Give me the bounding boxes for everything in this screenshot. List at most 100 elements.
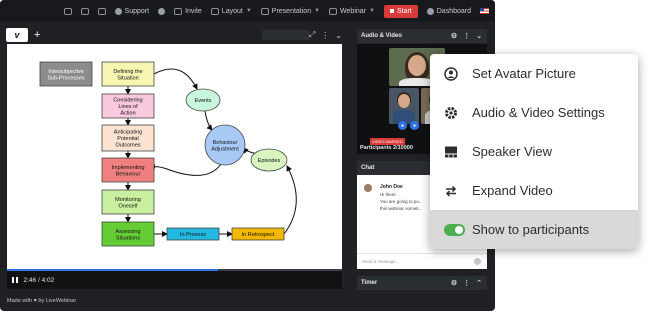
menu-item-set-avatar[interactable]: Set Avatar Picture — [430, 54, 638, 93]
chat-message-input[interactable]: Send a message... — [357, 253, 487, 269]
menu-item-label: Speaker View — [472, 144, 552, 159]
social-process-diagram: IntersubjectiveSub-Processes Defining the… — [39, 61, 297, 247]
info-icon[interactable] — [158, 7, 166, 15]
gear-icon[interactable]: ⚙ — [451, 32, 457, 40]
diagram-node-label: In Retrospect — [242, 232, 275, 238]
avatar — [364, 184, 372, 192]
chevron-down-icon[interactable]: ⌄ — [476, 32, 482, 40]
camera-toggle-icon[interactable]: ● — [398, 121, 407, 130]
layout-menu[interactable]: Layout ▼ — [210, 7, 252, 15]
diagram-node-label: Outcomes — [115, 143, 140, 149]
message-line: Hi there — [380, 192, 396, 197]
more-vertical-icon[interactable]: ⋮ — [321, 31, 329, 40]
support-button[interactable]: Support — [114, 7, 150, 15]
diagram-connector — [283, 165, 297, 235]
avatar-icon — [444, 66, 458, 81]
image-icon[interactable] — [97, 7, 106, 15]
diagram-node-label: Intersubjective — [48, 69, 83, 75]
menu-item-label: Expand Video — [472, 183, 553, 198]
menu-item-audio-video-settings[interactable]: Audio & Video Settings — [430, 93, 638, 132]
diagram-node-label: Monitoring — [115, 197, 141, 203]
diagram-node-label: In Process — [180, 232, 206, 238]
menu-item-expand-video[interactable]: Expand Video — [430, 171, 638, 210]
diagram-node-label: Situations — [116, 235, 140, 241]
timer-title: Timer — [361, 280, 378, 286]
support-label: Support — [124, 7, 150, 15]
chat-title: Chat — [361, 165, 375, 171]
support-icon — [114, 7, 122, 15]
message-author: John Doe — [380, 184, 403, 190]
chevron-down-icon: ▼ — [369, 8, 375, 14]
diagram-nodes: IntersubjectiveSub-Processes Defining the… — [39, 61, 288, 247]
top-bar: Support Invite Layout ▼ Presentation ▼ W… — [0, 0, 495, 22]
diagram-node-label: Behaviour — [213, 140, 238, 146]
presentation-tools: ⤢ ⋮ ⌄ — [262, 28, 342, 42]
made-with-credit: Made with ♥ by LiveWebinar — [7, 298, 77, 304]
video-context-menu: Set Avatar Picture Audio & Video Setting… — [430, 54, 638, 249]
participants-count: Participants 2/10000 — [360, 145, 413, 151]
diagram-node-label: Action — [120, 111, 135, 117]
menu-item-label: Set Avatar Picture — [472, 66, 576, 81]
diagram-node-label: Sub-Processes — [47, 75, 85, 81]
more-vertical-icon[interactable]: ⋮ — [463, 32, 470, 40]
presentation-menu[interactable]: Presentation ▼ — [260, 7, 321, 15]
start-label: Start — [396, 7, 412, 15]
add-tab-button[interactable]: + — [34, 29, 40, 41]
diagram-node-label: Defining the — [113, 69, 142, 75]
menu-item-speaker-view[interactable]: Speaker View — [430, 132, 638, 171]
presentation-icon — [260, 7, 269, 15]
webinar-icon — [329, 7, 338, 15]
presentation-slide: Intersubjective Sub-Processes Defining the… — [7, 44, 342, 272]
invite-button[interactable]: Invite — [174, 7, 202, 15]
status-badge: VIDEO MARKED — [370, 138, 405, 145]
timer-header: Timer ⚙ ⋮ ⌃ — [357, 276, 487, 290]
send-icon[interactable] — [474, 258, 481, 265]
gear-icon[interactable]: ⚙ — [451, 279, 457, 287]
diagram-node-label: Considering — [113, 98, 142, 104]
microphone-toggle-icon[interactable]: ● — [410, 121, 419, 130]
diagram-node-label: Episodes — [258, 158, 281, 164]
screen-share-icon[interactable] — [80, 7, 89, 15]
fullscreen-icon[interactable]: ⤢ — [309, 30, 315, 40]
dashboard-label: Dashboard — [436, 7, 471, 15]
chevron-down-icon[interactable]: ⌄ — [335, 31, 342, 40]
expand-icon — [444, 184, 458, 198]
diagram-node-label: Implementing — [111, 165, 144, 171]
chevron-up-icon[interactable]: ⌃ — [476, 279, 482, 287]
webinar-menu[interactable]: Webinar ▼ — [329, 7, 375, 15]
menu-item-label: Show to participants — [472, 222, 590, 237]
language-flag-icon[interactable] — [480, 8, 489, 14]
diagram-node-label: Oneself — [119, 203, 138, 209]
start-button[interactable]: Start — [383, 4, 418, 18]
start-icon — [389, 9, 394, 13]
dashboard-button[interactable]: Dashboard — [426, 7, 471, 15]
presentation-label: Presentation — [271, 7, 312, 15]
chevron-down-icon: ▼ — [314, 8, 321, 14]
gear-icon — [444, 106, 458, 120]
diagram-node-label: Anticipating — [114, 130, 142, 136]
menu-item-show-to-participants[interactable]: Show to participants — [430, 210, 638, 249]
layout-icon — [210, 7, 219, 15]
tab-presentation[interactable]: v — [6, 28, 28, 42]
video-tile-man[interactable] — [389, 88, 419, 124]
diagram-node-label: Adjustment — [211, 146, 239, 152]
audio-video-header: Audio & Video ⚙ ⋮ ⌄ — [357, 29, 487, 43]
more-vertical-icon[interactable]: ⋮ — [463, 279, 470, 287]
diagram-node-label: Assessing — [115, 229, 140, 235]
chat-input-placeholder: Send a message... — [362, 259, 400, 264]
invite-icon — [174, 7, 183, 15]
audio-video-title: Audio & Video — [361, 33, 402, 39]
toggle-switch[interactable] — [444, 223, 465, 236]
message-line: You are going to pu... — [380, 199, 423, 204]
diagram-connector — [149, 163, 222, 176]
speaker-view-icon — [444, 145, 458, 159]
invite-label: Invite — [185, 7, 202, 15]
webinar-app: Support Invite Layout ▼ Presentation ▼ W… — [0, 0, 495, 311]
layout-label: Layout — [221, 7, 243, 15]
message-line: this webinar someti... — [380, 206, 423, 211]
diagram-node-label: Events — [195, 98, 212, 104]
wifi-icon[interactable] — [63, 7, 72, 15]
gear-icon — [426, 7, 434, 15]
pause-icon[interactable] — [12, 277, 18, 283]
diagram-node-label: Situation — [117, 75, 138, 81]
